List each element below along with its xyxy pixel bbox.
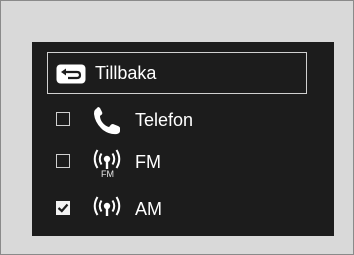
telefon-checkbox[interactable] bbox=[56, 112, 70, 126]
checkmark-icon bbox=[57, 203, 68, 213]
list-item-fm[interactable]: FM FM bbox=[56, 147, 306, 179]
fm-checkbox[interactable] bbox=[56, 154, 70, 168]
list-item-telefon[interactable]: Telefon bbox=[56, 105, 306, 137]
fm-label: FM bbox=[135, 152, 161, 172]
am-checkbox[interactable] bbox=[56, 201, 70, 215]
radio-antenna-icon bbox=[93, 196, 121, 216]
display-screen: Tillbaka Telefon FM FM AM bbox=[32, 42, 334, 236]
back-button[interactable]: Tillbaka bbox=[47, 52, 307, 94]
telefon-label: Telefon bbox=[135, 110, 194, 130]
am-label: AM bbox=[135, 199, 162, 219]
list-item-am[interactable]: AM bbox=[56, 194, 306, 226]
back-button-label: Tillbaka bbox=[95, 63, 157, 83]
phone-icon bbox=[94, 107, 120, 135]
fm-icon-sublabel: FM bbox=[101, 169, 114, 179]
figure-frame: Tillbaka Telefon FM FM AM bbox=[0, 0, 354, 255]
return-arrow-icon bbox=[56, 64, 86, 84]
